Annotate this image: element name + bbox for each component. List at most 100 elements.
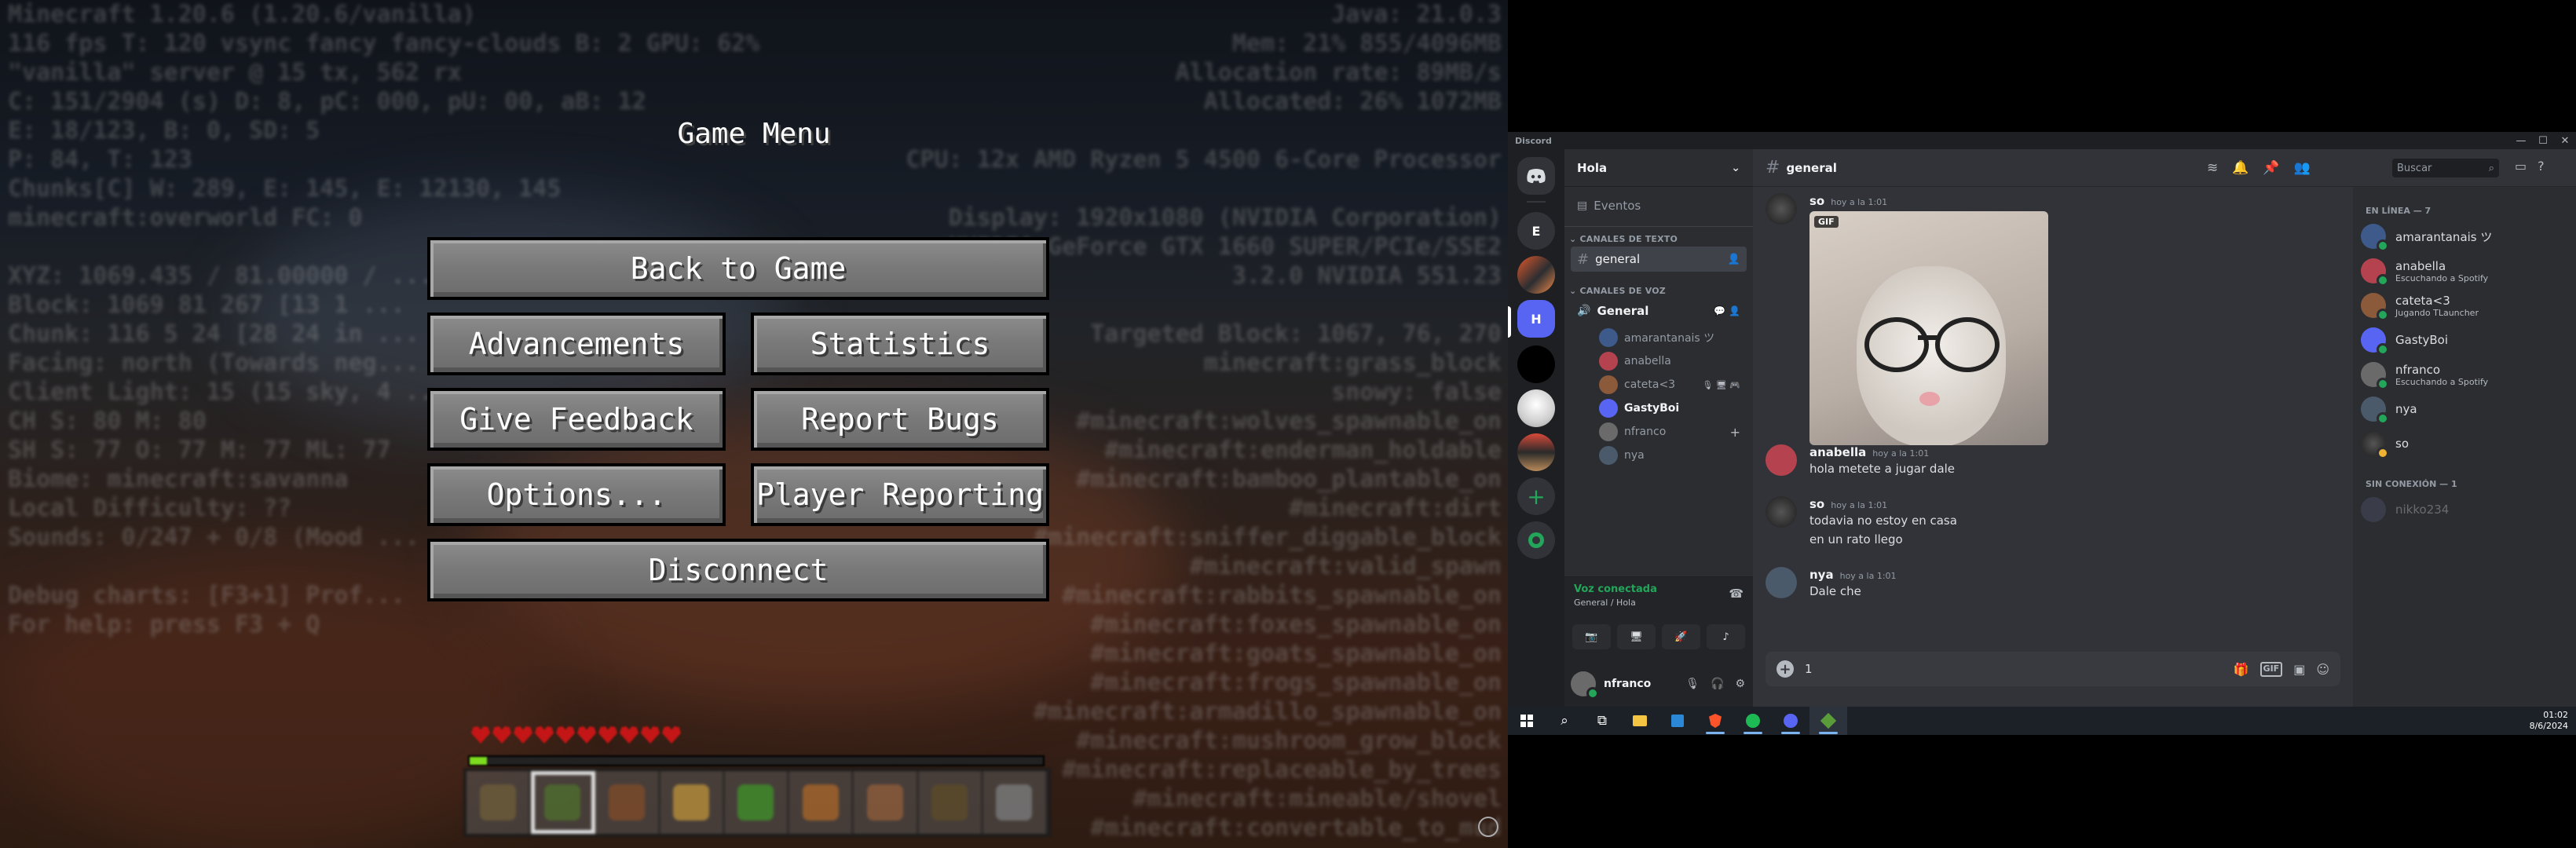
close-icon[interactable]: ✕ (2554, 135, 2576, 147)
search-box[interactable]: Buscar ⌕ (2392, 159, 2499, 177)
server-avatar[interactable] (1517, 345, 1555, 383)
member-item[interactable]: GastyBoi (2361, 323, 2568, 356)
voice-channel-general[interactable]: 🔊 General 💬 👤 (1571, 298, 1747, 323)
pin-icon[interactable]: 📌 (2263, 160, 2279, 176)
avatar (2361, 258, 2389, 287)
store-icon[interactable] (1659, 707, 1696, 735)
disconnect-icon[interactable]: ☎ (1729, 587, 1744, 601)
discord-taskbar-icon[interactable] (1772, 707, 1809, 735)
member-item[interactable]: anabella Escuchando a Spotify (2361, 254, 2568, 287)
chat-area: # general so hoy a la 1:01 GIF anabella … (1753, 149, 2353, 707)
events-item[interactable]: ▤ Eventos (1571, 193, 1747, 218)
avatar (2361, 431, 2389, 459)
back-to-game-button[interactable]: Back to Game (427, 237, 1049, 300)
member-item[interactable]: amarantanais ツ (2361, 220, 2568, 253)
voice-user[interactable]: anabella (1599, 350, 1740, 372)
voice-user[interactable]: nya (1599, 444, 1740, 466)
plus-icon[interactable]: + (1730, 425, 1740, 440)
heart-icon (471, 726, 490, 744)
message-author[interactable]: nya (1809, 568, 1834, 582)
avatar[interactable] (1766, 567, 1797, 598)
avatar[interactable] (1766, 496, 1797, 528)
hotbar-slot (789, 771, 854, 834)
voice-location: General / Hola (1574, 598, 1636, 608)
message-text: todavia no estoy en casa (1809, 514, 1957, 528)
soundboard-icon[interactable]: ♪ (1707, 624, 1745, 649)
bell-icon[interactable]: 🔔 (2232, 160, 2249, 176)
spotify-icon[interactable] (1734, 707, 1772, 735)
search-icon[interactable]: ⌕ (1546, 707, 1583, 735)
message-author[interactable]: anabella (1809, 445, 1866, 459)
avatar[interactable] (1766, 444, 1797, 476)
channel-general[interactable]: # general 👤 (1571, 247, 1747, 272)
voice-user[interactable]: amarantanais ツ (1599, 327, 1740, 349)
screen-share-icon[interactable]: 🖥 (1617, 624, 1656, 649)
hash-icon: # (1577, 250, 1590, 268)
server-avatar[interactable] (1517, 256, 1555, 294)
member-item-offline[interactable]: nikko234 (2361, 493, 2568, 526)
minimize-icon[interactable]: — (2510, 135, 2532, 147)
voice-user[interactable]: GastyBoi (1599, 397, 1740, 419)
add-member-icon[interactable]: 👤 (1728, 254, 1740, 265)
events-label: Eventos (1594, 199, 1641, 213)
server-avatar[interactable] (1517, 433, 1555, 471)
disconnect-button[interactable]: Disconnect (427, 539, 1049, 601)
text-channels-category[interactable]: ⌄ CANALES DE TEXTO (1569, 234, 1678, 244)
gif-picker-icon[interactable]: GIF (2259, 661, 2283, 677)
advancements-button[interactable]: Advancements (427, 313, 726, 375)
user-avatar[interactable] (1571, 671, 1599, 700)
camera-icon[interactable]: 📷 (1572, 624, 1611, 649)
member-item[interactable]: so (2361, 427, 2568, 460)
voice-user[interactable]: nfranco + (1599, 421, 1740, 443)
report-bugs-button[interactable]: Report Bugs (751, 388, 1049, 451)
add-attachment-icon[interactable]: + (1776, 660, 1794, 678)
message-composer[interactable]: + 1 🎁 GIF ▣ ☺ (1766, 652, 2340, 686)
message-author[interactable]: so (1809, 194, 1824, 208)
member-name: GastyBoi (2395, 333, 2449, 347)
give-feedback-button[interactable]: Give Feedback (427, 388, 726, 451)
maximize-icon[interactable]: ☐ (2532, 135, 2554, 147)
message-time: hoy a la 1:01 (1872, 448, 1930, 459)
help-icon[interactable]: ? (2538, 159, 2545, 174)
member-item[interactable]: cateta<3 Jugando TLauncher (2361, 289, 2568, 322)
threads-icon[interactable]: ≋ (2207, 160, 2218, 176)
microphone-icon[interactable]: 🎙 (1685, 678, 1700, 690)
server-e[interactable]: E (1517, 212, 1555, 250)
statistics-button[interactable]: Statistics (751, 313, 1049, 375)
voice-user-name: nya (1624, 449, 1645, 462)
members-icon[interactable]: 👥 (2294, 160, 2311, 176)
accessibility-icon[interactable] (1478, 817, 1498, 837)
task-view-icon[interactable]: ⧉ (1583, 707, 1621, 735)
minecraft-window: Minecraft 1.20.6 (1.20.6/vanilla) 116 fp… (0, 0, 1508, 848)
add-server-icon[interactable]: + (1517, 477, 1555, 515)
activity-icon[interactable]: 🚀 (1662, 624, 1700, 649)
player-reporting-button[interactable]: Player Reporting (751, 463, 1049, 526)
file-explorer-icon[interactable] (1621, 707, 1659, 735)
discover-icon[interactable] (1517, 521, 1555, 559)
member-item[interactable]: nfranco Escuchando a Spotify (2361, 358, 2568, 391)
message-input[interactable]: 1 (1805, 662, 1813, 676)
inbox-icon[interactable]: ▭ (2515, 159, 2527, 174)
avatar[interactable] (1766, 193, 1797, 225)
gear-icon[interactable]: ⚙ (1735, 678, 1745, 690)
sticker-icon[interactable]: ▣ (2293, 662, 2305, 677)
headphones-icon[interactable]: 🎧 (1711, 678, 1724, 690)
gif-image[interactable]: GIF (1809, 211, 2048, 445)
system-clock[interactable]: 01:02 8/6/2024 (2530, 710, 2568, 732)
emoji-icon[interactable]: ☺ (2316, 662, 2329, 677)
minecraft-taskbar-icon[interactable] (1809, 707, 1847, 735)
message-author[interactable]: so (1809, 497, 1824, 511)
voice-channels-category[interactable]: ⌄ CANALES DE VOZ (1569, 286, 1666, 296)
avatar (1599, 375, 1618, 394)
gift-icon[interactable]: 🎁 (2234, 662, 2249, 677)
server-hola[interactable]: H (1517, 300, 1555, 338)
server-avatar[interactable] (1517, 389, 1555, 427)
direct-messages-button[interactable] (1517, 157, 1555, 195)
server-header[interactable]: Hola ⌄ (1564, 149, 1753, 187)
chat-icon[interactable]: 💬 👤 (1714, 305, 1740, 316)
voice-user[interactable]: cateta<3 🎙 🖥 🎮 (1599, 374, 1740, 396)
options-button[interactable]: Options... (427, 463, 726, 526)
start-button[interactable] (1508, 707, 1546, 735)
brave-browser-icon[interactable] (1696, 707, 1734, 735)
member-item[interactable]: nya (2361, 393, 2568, 426)
